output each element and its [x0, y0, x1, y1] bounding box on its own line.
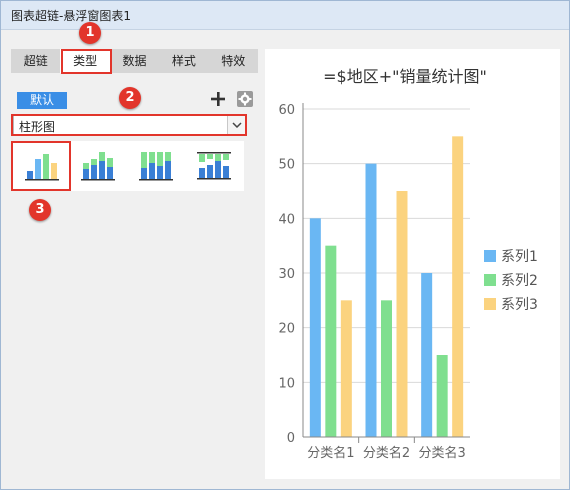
tab-style[interactable]: 样式	[159, 49, 208, 73]
tab-effects[interactable]: 特效	[209, 49, 258, 73]
step-marker-2: 2	[119, 87, 141, 109]
y-tick-label: 60	[278, 103, 295, 118]
bar	[381, 300, 392, 437]
tab-data[interactable]: 数据	[110, 49, 159, 73]
bar	[325, 245, 337, 437]
legend-swatch	[484, 274, 496, 286]
legend-label: 系列1	[501, 249, 538, 265]
chart-title: =$地区+"销量统计图"	[323, 67, 487, 86]
bar	[436, 355, 448, 437]
gear-icon[interactable]	[236, 90, 254, 108]
bar	[452, 136, 464, 437]
style-percent-stacked-column[interactable]	[128, 141, 186, 191]
window-title: 图表超链-悬浮窗图表1	[11, 9, 131, 23]
y-tick-label: 50	[278, 158, 295, 173]
style-highlight	[11, 141, 71, 191]
step-marker-1: 1	[79, 22, 101, 44]
legend-swatch	[484, 298, 496, 310]
percent-stacked-column-icon	[139, 152, 173, 181]
y-axis-ticks: 0 10 20 30 40 50 60	[278, 103, 295, 446]
tab-bar: 超链 类型 数据 样式 特效	[11, 49, 258, 73]
type-tab-highlight	[61, 49, 112, 74]
y-tick-label: 10	[278, 376, 295, 391]
bar-chart: =$地区+"销量统计图" 0102030405060 分类名1 分类名2 分类名3 …	[278, 67, 538, 461]
select-highlight	[11, 114, 247, 136]
bidirectional-column-icon	[197, 152, 231, 180]
stacked-column-icon	[81, 152, 115, 181]
bar	[365, 163, 377, 437]
bar	[421, 273, 433, 437]
dialog-window: 图表超链-悬浮窗图表1 超链 类型 数据 样式 特效 默认 柱形图 1 2 3 …	[0, 0, 570, 490]
x-tick-label: 分类名1	[307, 445, 354, 461]
bar	[340, 300, 352, 437]
legend-label: 系列2	[501, 273, 538, 289]
plus-icon[interactable]	[209, 90, 227, 108]
y-tick-label: 40	[278, 212, 295, 227]
y-tick-label: 20	[278, 322, 295, 337]
chart-bars	[309, 136, 464, 437]
x-tick-label: 分类名3	[419, 445, 466, 461]
bar	[396, 191, 408, 437]
y-tick-label: 0	[287, 431, 295, 446]
legend-label: 系列3	[501, 297, 538, 313]
default-button[interactable]: 默认	[17, 92, 67, 109]
style-bidirectional-column[interactable]	[186, 141, 244, 191]
legend-swatch	[484, 250, 496, 262]
style-stacked-column[interactable]	[70, 141, 128, 191]
y-tick-label: 30	[278, 267, 295, 282]
tab-hyperlink[interactable]: 超链	[11, 49, 60, 73]
x-tick-label: 分类名2	[363, 445, 410, 461]
step-marker-3: 3	[29, 199, 51, 221]
x-axis-ticks: 分类名1 分类名2 分类名3	[303, 436, 470, 461]
chart-legend: 系列1 系列2 系列3	[484, 249, 538, 313]
bar	[309, 218, 321, 437]
chart-preview-panel: =$地区+"销量统计图" 0 10 20 30 40 50 60 分类名1 分类名2 分类名3 …	[265, 49, 560, 479]
